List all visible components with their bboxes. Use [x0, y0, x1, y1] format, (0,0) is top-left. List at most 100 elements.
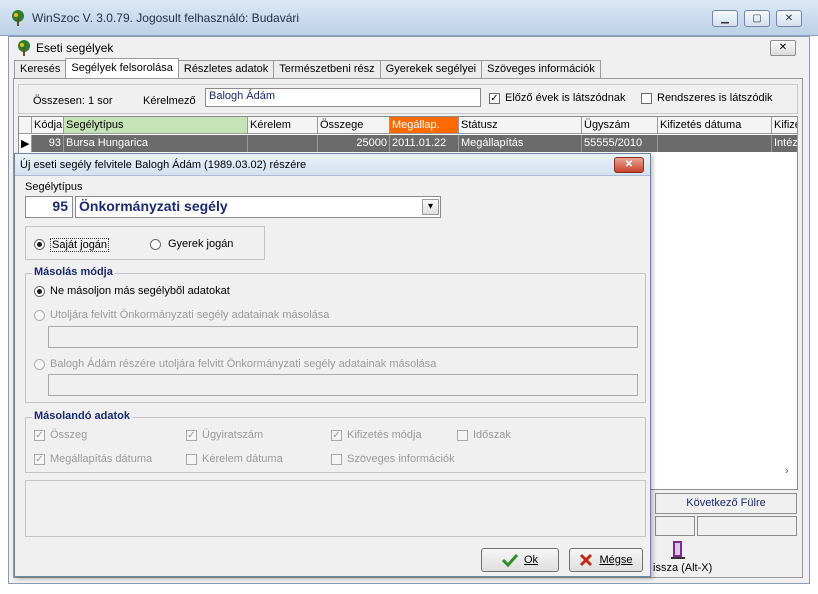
aid-type-value: Önkormányzati segély [79, 198, 228, 214]
back-button-label: issza (Alt-X) [653, 562, 713, 574]
table-cell[interactable]: 55555/2010 [582, 135, 658, 152]
table-cell[interactable]: 93 [32, 135, 64, 152]
request-date-checkbox[interactable] [186, 454, 197, 465]
prev-years-checkbox[interactable]: ✓ [489, 93, 500, 104]
table-cell[interactable] [658, 135, 772, 152]
aid-type-select[interactable]: Önkormányzati segély [75, 196, 441, 218]
col-code-header[interactable]: Kódja [32, 117, 64, 134]
copy-person-last-label: Balogh Ádám részére utoljára felvitt Önk… [50, 358, 437, 370]
app-tree-icon [12, 10, 24, 26]
col-payment-date-header[interactable]: Kifizetés dátuma [658, 117, 772, 134]
back-button[interactable]: issza (Alt-X) [651, 538, 731, 576]
table-cell[interactable] [248, 135, 318, 152]
status-field [655, 516, 695, 536]
copy-last-label: Utoljára felvitt Önkormányzati segély ad… [50, 309, 330, 321]
decision-date-checkbox[interactable]: ✓ [34, 454, 45, 465]
check-icon [501, 553, 518, 567]
no-copy-label: Ne másoljon más segélyből adatokat [50, 285, 230, 297]
window-title: WinSzoc V. 3.0.79. Jogosult felhasználó:… [32, 11, 300, 25]
requester-label: Kérelmező [143, 95, 196, 107]
aid-type-label: Segélytípus [25, 181, 83, 193]
regular-checkbox[interactable] [641, 93, 652, 104]
filter-bar: Összesen: 1 sor Kérelmező Balogh Ádám ✓ … [18, 84, 798, 114]
child-right-label: Gyerek jogán [168, 238, 234, 250]
tab-search[interactable]: Keresés [14, 60, 67, 78]
table-cell[interactable]: Bursa Hungarica [64, 135, 248, 152]
case-number-checkbox[interactable]: ✓ [186, 430, 197, 441]
own-right-radio[interactable] [34, 239, 45, 250]
entitlement-group: Saját jogán Gyerek jogán [25, 226, 265, 260]
tab-in-kind[interactable]: Természetbeni rész [273, 60, 381, 78]
copy-mode-group: Másolás módja Ne másoljon más segélyből … [25, 266, 646, 403]
new-aid-dialog: Új eseti segély felvitele Balogh Ádám (1… [14, 153, 651, 577]
payment-method-label: Kifizetés módja [347, 429, 422, 441]
copy-last-radio[interactable] [34, 310, 45, 321]
text-info-label: Szöveges információk [347, 453, 455, 465]
info-panel [25, 480, 646, 537]
window-titlebar: WinSzoc V. 3.0.79. Jogosult felhasználó:… [0, 0, 818, 36]
scroll-right-icon[interactable]: › [785, 465, 789, 477]
copy-mode-title: Másolás módja [32, 266, 115, 278]
row-selector-header [19, 117, 32, 134]
cancel-button[interactable]: Mégse [569, 548, 643, 572]
child-window-title: Eseti segélyek [36, 41, 114, 55]
requester-input[interactable]: Balogh Ádám [205, 88, 481, 107]
dialog-title: Új eseti segély felvitele Balogh Ádám (1… [20, 159, 307, 171]
col-case-number-header[interactable]: Ügyszám [582, 117, 658, 134]
table-cell[interactable]: Intéz [772, 135, 798, 152]
dialog-close-button[interactable]: ✕ [614, 157, 644, 173]
dialog-titlebar: Új eseti segély felvitele Balogh Ádám (1… [15, 154, 650, 176]
row-count-label: Összesen: 1 sor [33, 95, 113, 107]
payment-method-checkbox[interactable]: ✓ [331, 430, 342, 441]
copy-person-last-field [48, 374, 638, 396]
aid-type-code-input[interactable]: 95 [25, 196, 73, 218]
tab-list[interactable]: Segélyek felsorolása [65, 58, 179, 78]
col-type-header[interactable]: Segélytípus [64, 117, 248, 134]
case-number-label: Ügyiratszám [202, 429, 264, 441]
table-cell[interactable]: 25000 [318, 135, 390, 152]
child-window-titlebar: Eseti segélyek ✕ [12, 38, 806, 58]
chevron-down-icon[interactable]: ▾ [422, 199, 439, 215]
period-checkbox[interactable] [457, 430, 468, 441]
table-cell[interactable]: 2011.01.22 [390, 135, 459, 152]
tab-strip: Keresés Segélyek felsorolása Részletes a… [14, 58, 601, 78]
tab-text-info[interactable]: Szöveges információk [481, 60, 601, 78]
tab-details[interactable]: Részletes adatok [177, 60, 275, 78]
no-copy-radio[interactable] [34, 286, 45, 297]
decision-date-label: Megállapítás dátuma [50, 453, 153, 465]
copy-person-last-radio[interactable] [34, 359, 45, 370]
copy-data-title: Másolandó adatok [32, 410, 132, 422]
tab-children[interactable]: Gyerekek segélyei [379, 60, 483, 78]
exit-door-icon [671, 541, 685, 559]
amount-checkbox[interactable]: ✓ [34, 430, 45, 441]
request-date-label: Kérelem dátuma [202, 453, 283, 465]
maximize-button[interactable]: ▢ [744, 10, 770, 27]
ok-button[interactable]: Ok [481, 548, 559, 572]
child-close-button[interactable]: ✕ [770, 40, 796, 56]
child-right-radio[interactable] [150, 239, 161, 250]
col-request-header[interactable]: Kérelem [248, 117, 318, 134]
col-status-header[interactable]: Státusz [459, 117, 582, 134]
col-payment-header[interactable]: Kifize [772, 117, 798, 134]
amount-label: Összeg [50, 429, 88, 441]
copy-last-field [48, 326, 638, 348]
table-cell[interactable]: Megállapítás [459, 135, 582, 152]
x-icon [580, 553, 593, 567]
col-decision-header[interactable]: Megállap. [390, 117, 459, 134]
minimize-button[interactable]: ▁ [712, 10, 738, 27]
row-pointer-icon: ▶ [19, 135, 32, 152]
period-label: Időszak [473, 429, 511, 441]
copy-data-group: Másolandó adatok ✓ Összeg ✓ Ügyiratszám … [25, 410, 646, 473]
regular-label: Rendszeres is látszódik [657, 92, 773, 104]
prev-years-label: Előző évek is látszódnak [505, 92, 626, 104]
col-amount-header[interactable]: Összege [318, 117, 390, 134]
ok-label: Ok [523, 554, 539, 566]
next-tab-button[interactable]: Következő Fülre [655, 493, 797, 514]
cancel-label: Mégse [599, 554, 633, 566]
next-tab-label: Következő Fülre [686, 497, 766, 509]
status-field [697, 516, 797, 536]
text-info-checkbox[interactable] [331, 454, 342, 465]
child-tree-icon [18, 40, 30, 56]
own-right-label: Saját jogán [50, 238, 110, 252]
close-button[interactable]: ✕ [776, 10, 802, 27]
